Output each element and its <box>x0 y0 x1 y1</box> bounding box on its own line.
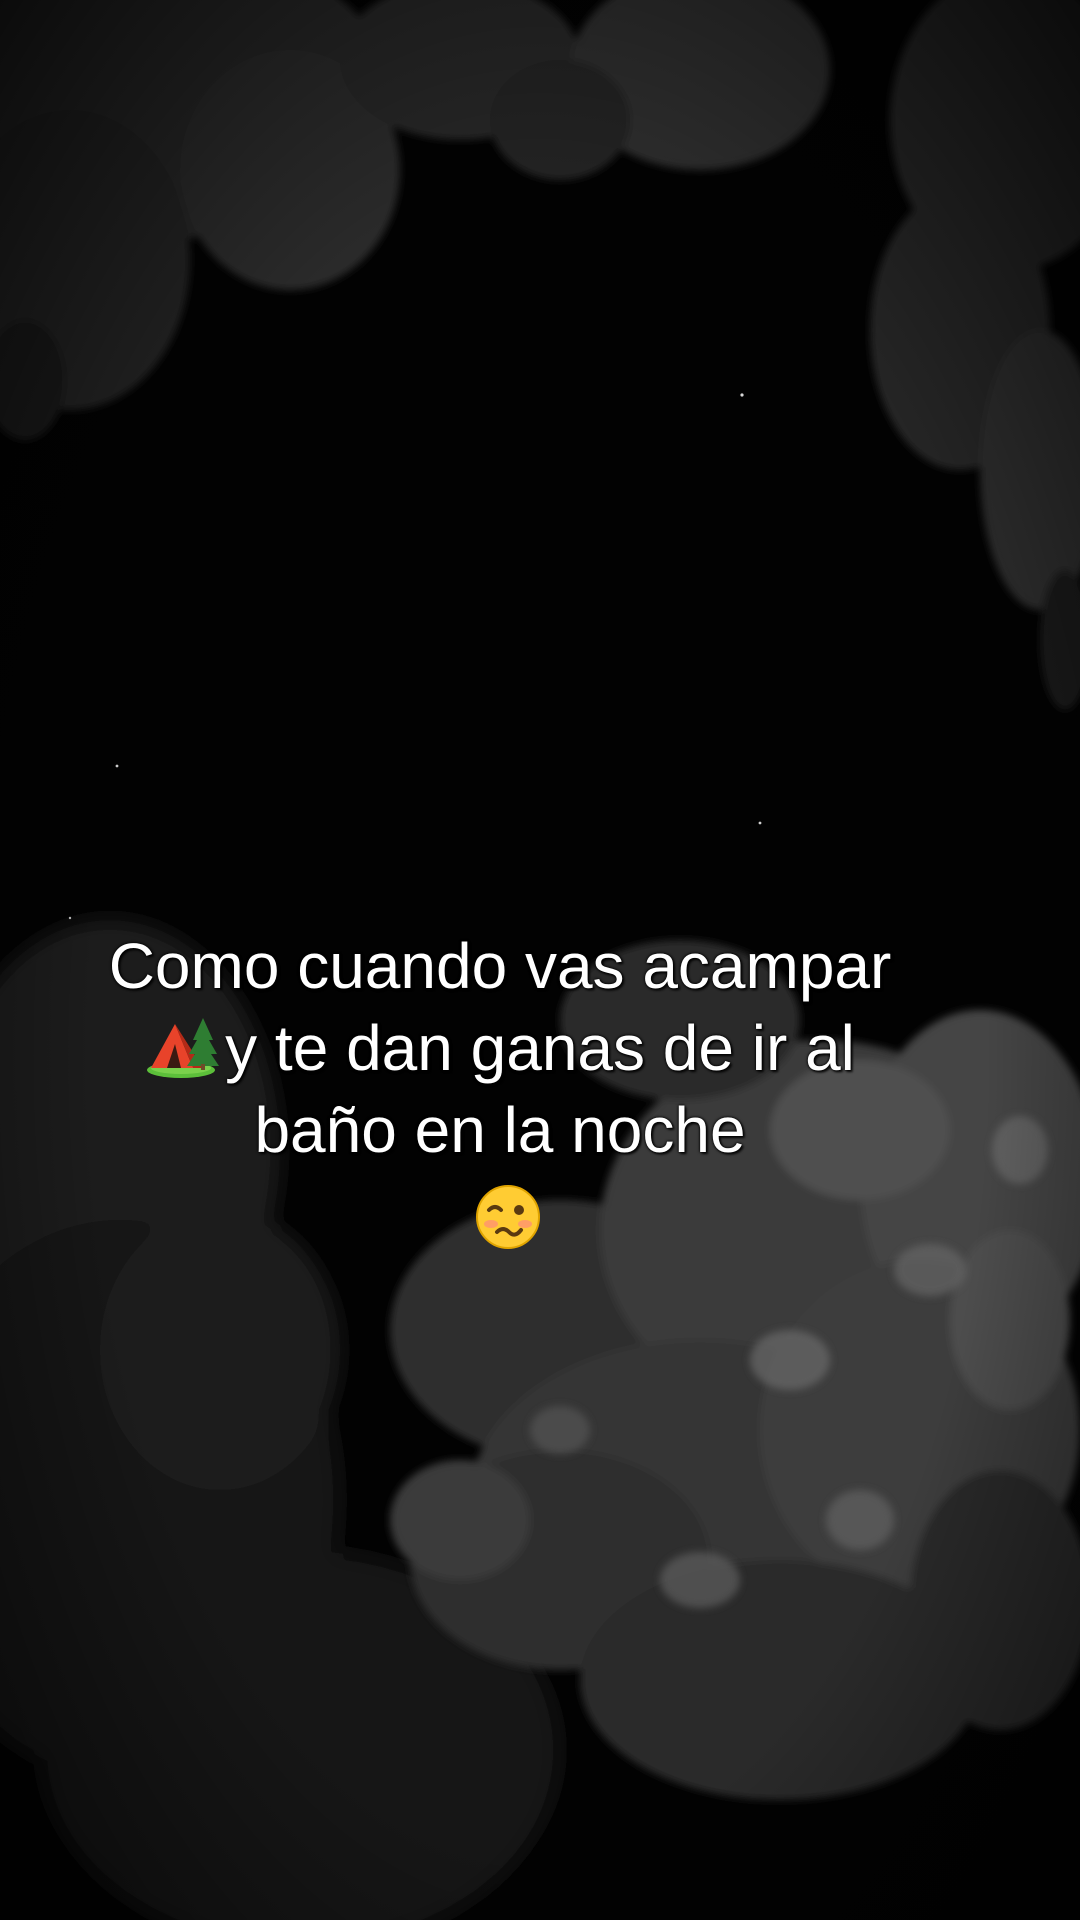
camping-tent-icon <box>145 1014 220 1080</box>
caption-line-2-text: y te dan ganas de ir al <box>225 1012 855 1084</box>
caption-line-4 <box>0 1171 1000 1253</box>
caption-line-1: Como cuando vas acampar <box>108 930 892 1002</box>
woozy-face-icon <box>475 1184 541 1250</box>
caption-line-2: y te dan ganas de ir al <box>0 1007 1000 1089</box>
caption-line-3: baño en la noche <box>254 1094 746 1166</box>
video-caption: Como cuando vas acampar y te dan ganas d… <box>0 925 1000 1253</box>
